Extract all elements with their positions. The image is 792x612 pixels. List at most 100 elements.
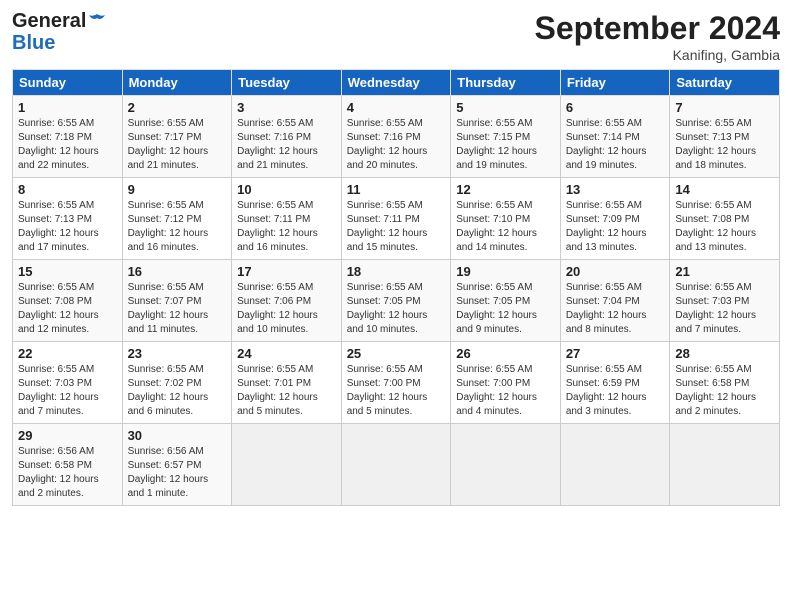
calendar-cell: [451, 424, 561, 506]
calendar-cell: 27 Sunrise: 6:55 AM Sunset: 6:59 PM Dayli…: [560, 342, 670, 424]
day-number: 5: [456, 100, 555, 115]
weekday-header-sunday: Sunday: [13, 70, 123, 96]
calendar-cell: 26 Sunrise: 6:55 AM Sunset: 7:00 PM Dayli…: [451, 342, 561, 424]
day-info: Sunrise: 6:55 AM Sunset: 6:59 PM Dayligh…: [566, 363, 665, 419]
weekday-header-monday: Monday: [122, 70, 232, 96]
day-number: 12: [456, 182, 555, 197]
logo-bird-icon: [87, 12, 107, 32]
day-number: 25: [347, 346, 446, 361]
calendar-cell: 25 Sunrise: 6:55 AM Sunset: 7:00 PM Dayli…: [341, 342, 451, 424]
day-number: 27: [566, 346, 665, 361]
day-info: Sunrise: 6:55 AM Sunset: 7:08 PM Dayligh…: [675, 199, 774, 255]
calendar-cell: 4 Sunrise: 6:55 AM Sunset: 7:16 PM Daylig…: [341, 96, 451, 178]
calendar-cell: 2 Sunrise: 6:55 AM Sunset: 7:17 PM Daylig…: [122, 96, 232, 178]
day-number: 17: [237, 264, 336, 279]
location: Kanifing, Gambia: [535, 47, 780, 63]
day-number: 9: [128, 182, 227, 197]
day-info: Sunrise: 6:55 AM Sunset: 7:10 PM Dayligh…: [456, 199, 555, 255]
day-number: 18: [347, 264, 446, 279]
calendar-cell: 3 Sunrise: 6:55 AM Sunset: 7:16 PM Daylig…: [232, 96, 342, 178]
day-number: 7: [675, 100, 774, 115]
weekday-header-wednesday: Wednesday: [341, 70, 451, 96]
day-info: Sunrise: 6:55 AM Sunset: 7:03 PM Dayligh…: [18, 363, 117, 419]
calendar-cell: 10 Sunrise: 6:55 AM Sunset: 7:11 PM Dayli…: [232, 178, 342, 260]
calendar-cell: 30 Sunrise: 6:56 AM Sunset: 6:57 PM Dayli…: [122, 424, 232, 506]
day-info: Sunrise: 6:55 AM Sunset: 7:16 PM Dayligh…: [347, 117, 446, 173]
day-info: Sunrise: 6:55 AM Sunset: 7:12 PM Dayligh…: [128, 199, 227, 255]
day-info: Sunrise: 6:55 AM Sunset: 7:04 PM Dayligh…: [566, 281, 665, 337]
day-info: Sunrise: 6:55 AM Sunset: 7:03 PM Dayligh…: [675, 281, 774, 337]
day-number: 16: [128, 264, 227, 279]
weekday-header-thursday: Thursday: [451, 70, 561, 96]
calendar-cell: 8 Sunrise: 6:55 AM Sunset: 7:13 PM Daylig…: [13, 178, 123, 260]
day-info: Sunrise: 6:56 AM Sunset: 6:58 PM Dayligh…: [18, 445, 117, 501]
day-info: Sunrise: 6:55 AM Sunset: 7:00 PM Dayligh…: [347, 363, 446, 419]
calendar-cell: 13 Sunrise: 6:55 AM Sunset: 7:09 PM Dayli…: [560, 178, 670, 260]
calendar-cell: 15 Sunrise: 6:55 AM Sunset: 7:08 PM Dayli…: [13, 260, 123, 342]
calendar-cell: [341, 424, 451, 506]
day-info: Sunrise: 6:55 AM Sunset: 7:16 PM Dayligh…: [237, 117, 336, 173]
day-info: Sunrise: 6:55 AM Sunset: 7:02 PM Dayligh…: [128, 363, 227, 419]
calendar-cell: 11 Sunrise: 6:55 AM Sunset: 7:11 PM Dayli…: [341, 178, 451, 260]
calendar-cell: 28 Sunrise: 6:55 AM Sunset: 6:58 PM Dayli…: [670, 342, 780, 424]
day-number: 26: [456, 346, 555, 361]
calendar-cell: 1 Sunrise: 6:55 AM Sunset: 7:18 PM Daylig…: [13, 96, 123, 178]
day-number: 2: [128, 100, 227, 115]
day-number: 30: [128, 428, 227, 443]
day-number: 24: [237, 346, 336, 361]
day-number: 3: [237, 100, 336, 115]
day-info: Sunrise: 6:55 AM Sunset: 7:11 PM Dayligh…: [347, 199, 446, 255]
month-title: September 2024: [535, 10, 780, 47]
day-info: Sunrise: 6:55 AM Sunset: 7:08 PM Dayligh…: [18, 281, 117, 337]
calendar-cell: 22Sunrise: 6:55 AM Sunset: 7:03 PM Dayli…: [13, 342, 123, 424]
calendar-cell: 7 Sunrise: 6:55 AM Sunset: 7:13 PM Daylig…: [670, 96, 780, 178]
day-info: Sunrise: 6:55 AM Sunset: 7:15 PM Dayligh…: [456, 117, 555, 173]
day-info: Sunrise: 6:55 AM Sunset: 7:13 PM Dayligh…: [675, 117, 774, 173]
day-info: Sunrise: 6:55 AM Sunset: 7:06 PM Dayligh…: [237, 281, 336, 337]
day-info: Sunrise: 6:55 AM Sunset: 7:01 PM Dayligh…: [237, 363, 336, 419]
calendar-cell: [560, 424, 670, 506]
day-number: 1: [18, 100, 117, 115]
logo-general: General: [12, 10, 86, 33]
day-info: Sunrise: 6:56 AM Sunset: 6:57 PM Dayligh…: [128, 445, 227, 501]
calendar-cell: 6Sunrise: 6:55 AM Sunset: 7:14 PM Daylig…: [560, 96, 670, 178]
calendar-cell: 5 Sunrise: 6:55 AM Sunset: 7:15 PM Daylig…: [451, 96, 561, 178]
title-section: September 2024 Kanifing, Gambia: [535, 10, 780, 63]
day-info: Sunrise: 6:55 AM Sunset: 7:00 PM Dayligh…: [456, 363, 555, 419]
calendar-cell: 14 Sunrise: 6:55 AM Sunset: 7:08 PM Dayli…: [670, 178, 780, 260]
day-number: 21: [675, 264, 774, 279]
day-info: Sunrise: 6:55 AM Sunset: 7:13 PM Dayligh…: [18, 199, 117, 255]
day-number: 13: [566, 182, 665, 197]
calendar-cell: 20Sunrise: 6:55 AM Sunset: 7:04 PM Dayli…: [560, 260, 670, 342]
calendar-cell: 29 Sunrise: 6:56 AM Sunset: 6:58 PM Dayli…: [13, 424, 123, 506]
calendar-cell: 23 Sunrise: 6:55 AM Sunset: 7:02 PM Dayli…: [122, 342, 232, 424]
weekday-header-tuesday: Tuesday: [232, 70, 342, 96]
day-number: 23: [128, 346, 227, 361]
day-number: 14: [675, 182, 774, 197]
day-number: 10: [237, 182, 336, 197]
day-number: 29: [18, 428, 117, 443]
day-number: 15: [18, 264, 117, 279]
day-info: Sunrise: 6:55 AM Sunset: 7:05 PM Dayligh…: [347, 281, 446, 337]
day-number: 4: [347, 100, 446, 115]
day-info: Sunrise: 6:55 AM Sunset: 7:09 PM Dayligh…: [566, 199, 665, 255]
day-number: 6: [566, 100, 665, 115]
calendar-cell: 9 Sunrise: 6:55 AM Sunset: 7:12 PM Daylig…: [122, 178, 232, 260]
day-info: Sunrise: 6:55 AM Sunset: 7:11 PM Dayligh…: [237, 199, 336, 255]
calendar-cell: 17 Sunrise: 6:55 AM Sunset: 7:06 PM Dayli…: [232, 260, 342, 342]
calendar-cell: 19Sunrise: 6:55 AM Sunset: 7:05 PM Dayli…: [451, 260, 561, 342]
day-info: Sunrise: 6:55 AM Sunset: 7:17 PM Dayligh…: [128, 117, 227, 173]
day-number: 11: [347, 182, 446, 197]
calendar-cell: [670, 424, 780, 506]
day-number: 28: [675, 346, 774, 361]
day-info: Sunrise: 6:55 AM Sunset: 7:07 PM Dayligh…: [128, 281, 227, 337]
calendar-cell: 24 Sunrise: 6:55 AM Sunset: 7:01 PM Dayli…: [232, 342, 342, 424]
calendar-cell: 16 Sunrise: 6:55 AM Sunset: 7:07 PM Dayli…: [122, 260, 232, 342]
weekday-header-saturday: Saturday: [670, 70, 780, 96]
calendar-cell: [232, 424, 342, 506]
day-info: Sunrise: 6:55 AM Sunset: 6:58 PM Dayligh…: [675, 363, 774, 419]
weekday-header-friday: Friday: [560, 70, 670, 96]
day-info: Sunrise: 6:55 AM Sunset: 7:18 PM Dayligh…: [18, 117, 117, 173]
day-number: 8: [18, 182, 117, 197]
day-info: Sunrise: 6:55 AM Sunset: 7:05 PM Dayligh…: [456, 281, 555, 337]
